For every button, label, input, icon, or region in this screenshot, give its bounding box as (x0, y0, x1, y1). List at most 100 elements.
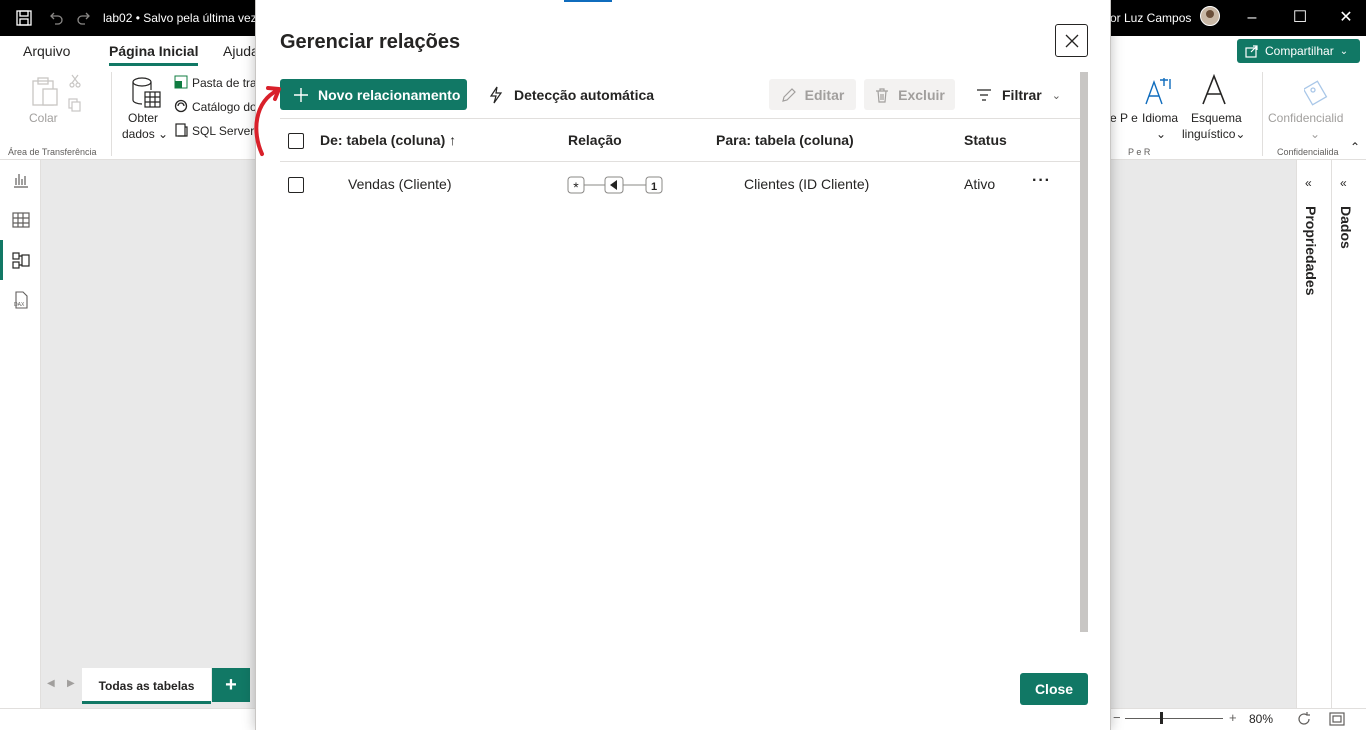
annotation-arrow (254, 86, 281, 156)
paste-icon[interactable] (30, 76, 60, 108)
data-pane[interactable]: « Dados (1331, 160, 1366, 708)
chevron-down-icon: ⌄ (1235, 127, 1246, 141)
delete-label: Excluir (898, 86, 945, 103)
close-window-icon[interactable]: ✕ (1336, 8, 1356, 28)
redo-icon[interactable] (75, 8, 95, 28)
edit-label: Editar (804, 86, 845, 103)
zoom-out-icon[interactable]: − (1113, 710, 1121, 725)
maximize-icon[interactable]: ☐ (1290, 8, 1310, 28)
sensitivity-group-label: Confidencialida (1277, 147, 1339, 157)
table-row[interactable]: Vendas (Cliente) * 1 Clientes (ID Client… (280, 162, 1080, 208)
share-label: Compartilhar (1265, 44, 1334, 58)
pencil-icon (781, 87, 796, 102)
row-to-value: Clientes (ID Cliente) (744, 176, 870, 192)
filter-icon (977, 89, 991, 101)
user-name: or Luz Campos (1110, 11, 1192, 25)
tab-ajuda[interactable]: Ajuda (223, 43, 259, 59)
minimize-icon[interactable]: – (1242, 8, 1262, 28)
chevron-double-left-icon[interactable]: « (1340, 176, 1356, 192)
tab-arquivo[interactable]: Arquivo (23, 43, 70, 59)
column-header-from-text: De: tabela (coluna) (320, 132, 446, 148)
data-catalog-label[interactable]: Catálogo do (192, 100, 257, 114)
cardinality-many: * (573, 179, 579, 194)
sensitivity-icon[interactable] (1304, 74, 1334, 106)
edit-button[interactable]: Editar (769, 79, 856, 110)
linguistic-schema-icon[interactable] (1200, 74, 1228, 106)
select-all-checkbox[interactable] (288, 133, 304, 149)
chevron-down-icon: ⌄ (1310, 127, 1321, 141)
undo-icon[interactable] (45, 8, 65, 28)
delete-button[interactable]: Excluir (864, 79, 955, 110)
column-header-to[interactable]: Para: tabela (coluna) (716, 132, 854, 148)
qa-partial-label[interactable]: e P e (1110, 111, 1138, 125)
scrollbar[interactable] (1080, 72, 1088, 632)
ribbon-separator (1262, 72, 1263, 156)
relationships-table-header: De: tabela (coluna) ↑ Relação Para: tabe… (280, 118, 1080, 162)
data-pane-title: Dados (1338, 206, 1354, 249)
get-data-label-1: Obter (128, 111, 159, 125)
share-icon (1245, 45, 1258, 58)
reset-zoom-icon[interactable] (1295, 710, 1313, 728)
clipboard-group-label: Área de Transferência (8, 147, 97, 157)
relationship-cardinality-icon: * 1 (567, 176, 663, 194)
new-relationship-label: Novo relacionamento (318, 86, 461, 103)
plus-icon (294, 87, 308, 102)
add-page-button[interactable]: + (212, 668, 250, 702)
chevron-double-left-icon[interactable]: « (1305, 176, 1321, 192)
collapse-ribbon-icon[interactable]: ⌃ (1350, 140, 1360, 154)
column-header-from[interactable]: De: tabela (coluna) ↑ (320, 132, 456, 148)
zoom-slider-thumb[interactable] (1160, 712, 1163, 724)
page-tab-all-tables[interactable]: Todas as tabelas (82, 668, 211, 704)
copy-icon[interactable] (68, 98, 82, 112)
properties-pane[interactable]: « Propriedades (1296, 160, 1331, 708)
sql-server-icon (175, 123, 188, 137)
table-view-icon[interactable] (11, 210, 31, 230)
row-from-value: Vendas (Cliente) (348, 176, 452, 192)
chevron-down-icon: ⌄ (1051, 89, 1061, 102)
chevron-right-icon[interactable]: ▶ (67, 678, 75, 689)
catalog-icon (174, 99, 188, 113)
view-rail: DAX (0, 160, 41, 730)
dax-query-icon[interactable]: DAX (11, 290, 31, 310)
tab-pagina-inicial[interactable]: Página Inicial (109, 43, 199, 66)
qa-group-label: P e R (1128, 147, 1151, 157)
share-button[interactable]: Compartilhar ⌄ (1237, 39, 1360, 63)
close-icon (1065, 34, 1078, 47)
save-icon[interactable] (14, 8, 34, 28)
new-relationship-button[interactable]: Novo relacionamento (280, 79, 467, 110)
get-data-label-2: dados ⌄ (122, 127, 168, 141)
svg-text:DAX: DAX (14, 302, 25, 308)
sensitivity-label: Confidencialid (1268, 111, 1344, 125)
row-status: Ativo (964, 176, 996, 192)
zoom-slider-track[interactable] (1125, 718, 1223, 719)
filter-button[interactable]: Filtrar ⌄ (976, 84, 1061, 106)
cut-icon[interactable] (68, 74, 82, 88)
active-view-indicator (0, 240, 3, 280)
model-view-icon[interactable] (11, 250, 31, 270)
column-header-status[interactable]: Status (964, 132, 1007, 148)
filter-label: Filtrar (1002, 87, 1042, 103)
column-header-relation[interactable]: Relação (568, 132, 622, 148)
row-checkbox[interactable] (288, 177, 304, 193)
avatar[interactable] (1200, 6, 1220, 26)
report-view-icon[interactable] (11, 170, 31, 190)
close-button[interactable]: Close (1020, 673, 1088, 705)
get-data-icon[interactable] (130, 76, 162, 110)
sql-server-label[interactable]: SQL Server (192, 124, 254, 138)
auto-detect-button[interactable]: Detecção automática (488, 84, 654, 106)
more-options-icon[interactable]: ··· (1032, 172, 1051, 190)
zoom-in-icon[interactable]: + (1229, 710, 1237, 725)
properties-pane-title: Propriedades (1303, 206, 1319, 296)
chevron-down-icon: ⌄ (1339, 45, 1349, 57)
document-title: lab02 • Salvo pela última vez (103, 11, 257, 25)
excel-workbook-label[interactable]: Pasta de tra (192, 76, 257, 90)
chevron-down-icon: ⌄ (1156, 127, 1167, 141)
get-data-label-text: dados (122, 127, 155, 141)
sort-up-arrow-icon: ↑ (449, 132, 457, 148)
excel-icon (174, 75, 188, 89)
chevron-left-icon[interactable]: ◀ (47, 678, 55, 689)
dialog-close-button[interactable] (1055, 24, 1088, 57)
dialog-title: Gerenciar relações (280, 31, 461, 53)
language-icon[interactable] (1144, 76, 1176, 106)
fit-to-screen-icon[interactable] (1328, 710, 1346, 728)
